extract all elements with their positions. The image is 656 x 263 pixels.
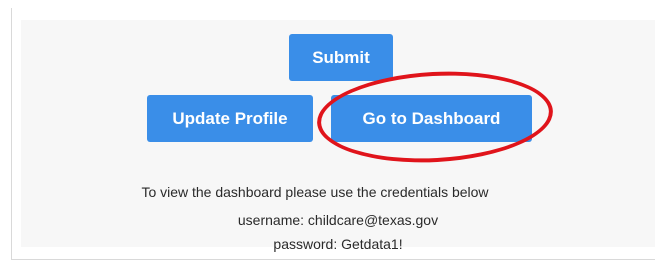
username-text: username: childcare@texas.gov	[237, 212, 439, 228]
go-to-dashboard-button[interactable]: Go to Dashboard	[331, 95, 532, 142]
credentials-instructions: To view the dashboard please use the cre…	[141, 184, 489, 200]
update-profile-button[interactable]: Update Profile	[147, 95, 313, 142]
password-text: password: Getdata1!	[273, 236, 403, 252]
submit-button[interactable]: Submit	[289, 34, 393, 81]
